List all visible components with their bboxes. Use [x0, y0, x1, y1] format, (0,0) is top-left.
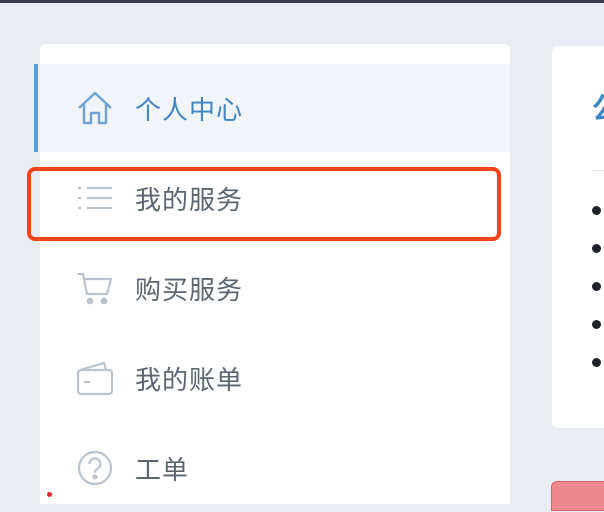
sidebar-item-tickets[interactable]: 工单: [40, 424, 510, 512]
content-card: 公: [552, 46, 604, 428]
sidebar-item-buy-services[interactable]: 购买服务: [40, 244, 510, 332]
sidebar-item-label: 购买服务: [135, 275, 244, 306]
sidebar-item-my-bills[interactable]: 我的账单: [40, 334, 510, 422]
bullet-dot: [592, 320, 601, 329]
sidebar-item-label: 我的账单: [135, 365, 244, 396]
help-circle-icon: [76, 449, 114, 487]
sidebar-nav: 个人中心 我的服务 购买服务 我的账单 工单: [34, 44, 510, 504]
sidebar-item-label: 个人中心: [135, 95, 244, 126]
top-bar: [0, 0, 604, 3]
sidebar-item-personal-center[interactable]: 个人中心: [34, 64, 510, 152]
active-indicator: [34, 64, 38, 152]
alert-dot: [47, 492, 52, 497]
bullet-dot: [592, 358, 601, 367]
home-icon: [76, 89, 114, 127]
bullet-list: [592, 206, 601, 396]
wallet-icon: [76, 359, 114, 397]
card-title: 公: [592, 84, 604, 128]
divider: [592, 170, 604, 171]
sidebar-item-label: 工单: [135, 455, 190, 486]
bullet-dot: [592, 206, 601, 215]
bullet-dot: [592, 244, 601, 253]
highlight-annotation: [27, 167, 501, 241]
cart-icon: [76, 269, 114, 307]
bullet-dot: [592, 282, 601, 291]
alert-banner: [551, 481, 604, 511]
